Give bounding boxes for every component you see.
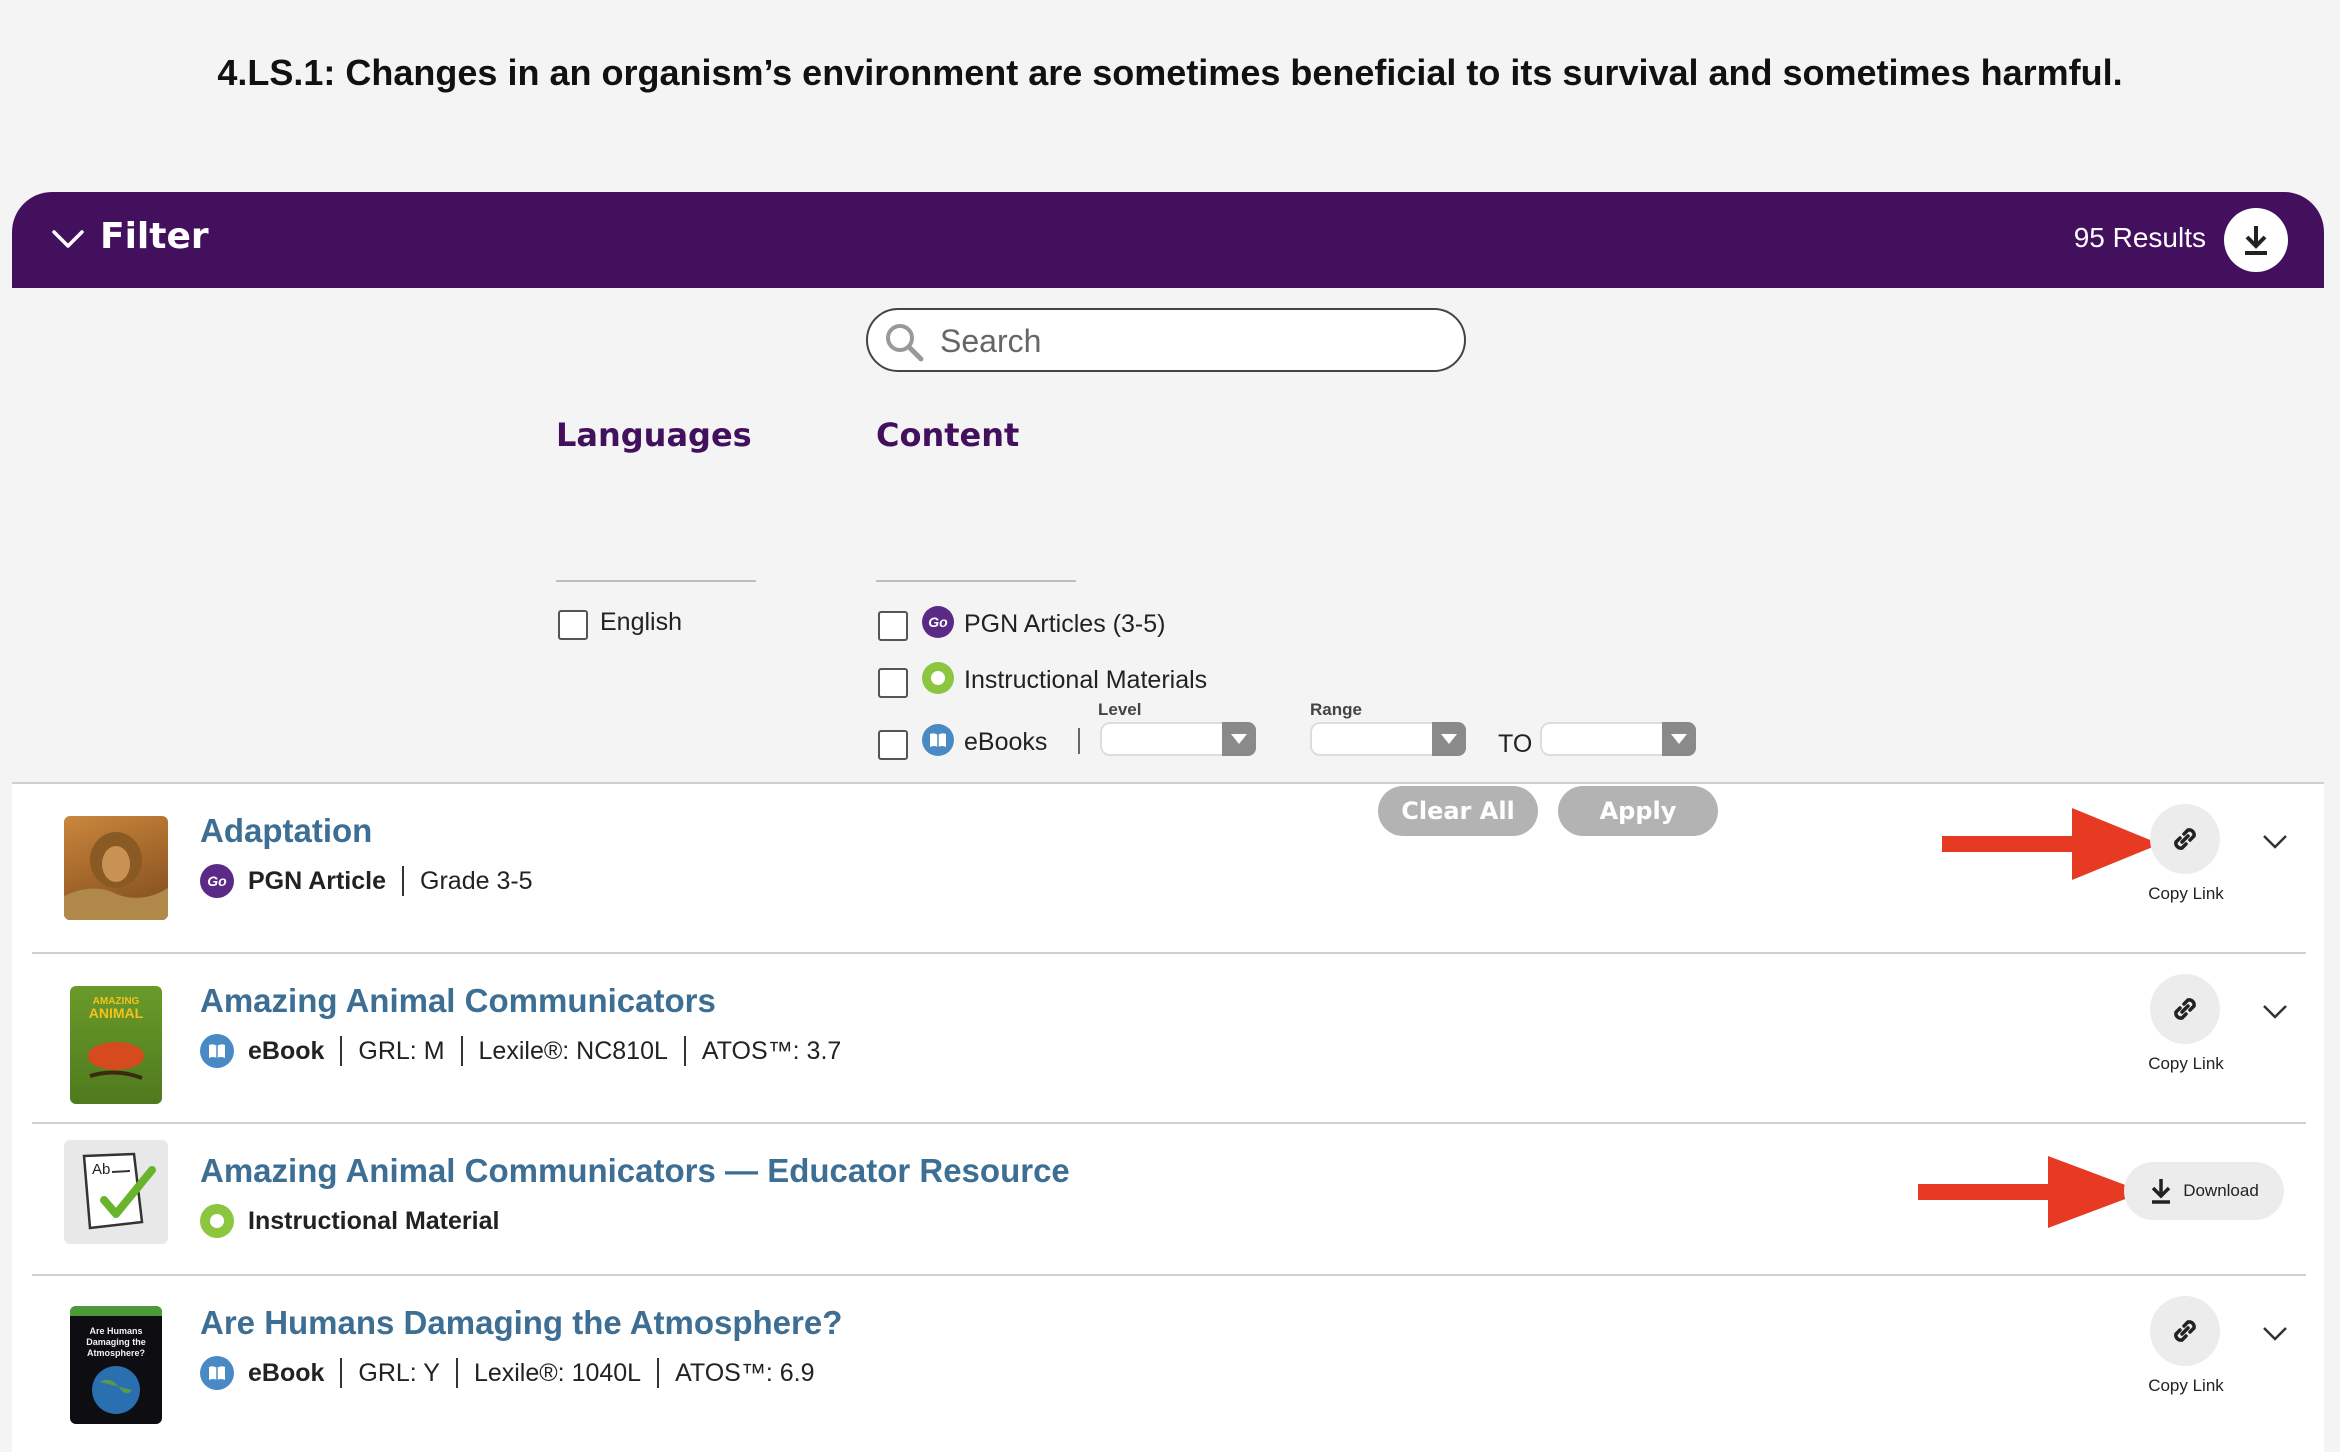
- download-icon: [2151, 1179, 2171, 1204]
- copy-link-button[interactable]: [2150, 804, 2220, 874]
- apple-icon: [922, 662, 954, 694]
- lion-photo-thumbnail: [64, 816, 168, 920]
- filter-header[interactable]: Filter 95 Results: [12, 192, 2324, 288]
- languages-heading: Languages: [556, 416, 752, 454]
- book-icon: [922, 724, 954, 756]
- range-to-label: TO: [1498, 730, 1533, 758]
- dropdown-arrow-icon: [1222, 722, 1256, 756]
- link-icon: [2174, 828, 2196, 850]
- checkbox-instructional-materials[interactable]: [878, 668, 908, 698]
- link-icon: [2174, 998, 2196, 1020]
- result-type: PGN Article: [248, 866, 387, 895]
- earth-cover-thumbnail: Are Humans Damaging the Atmosphere?: [70, 1306, 162, 1424]
- download-label: Download: [2183, 1181, 2259, 1200]
- result-meta: Instructional Material: [200, 1204, 499, 1238]
- chevron-down-icon[interactable]: [48, 222, 88, 258]
- content-divider: [876, 580, 1076, 582]
- option-pgn-articles-label: PGN Articles (3-5): [964, 610, 1166, 638]
- svg-text:ANIMAL: ANIMAL: [89, 1005, 144, 1021]
- result-type: eBook: [248, 1358, 325, 1387]
- download-button[interactable]: Download: [2124, 1162, 2284, 1220]
- search-input[interactable]: [938, 318, 1442, 364]
- result-row[interactable]: AMAZING ANIMAL Amazing Animal Communicat…: [32, 954, 2306, 1124]
- dropdown-arrow-icon: [1662, 722, 1696, 756]
- meta-separator: [460, 1036, 463, 1066]
- download-icon: [2245, 226, 2267, 255]
- result-type: Instructional Material: [248, 1206, 500, 1235]
- red-arrow-annotation: [1942, 808, 2160, 880]
- go-icon: Go: [922, 606, 954, 638]
- result-title[interactable]: Adaptation: [200, 812, 372, 850]
- option-english-label: English: [600, 608, 682, 636]
- content-heading: Content: [876, 416, 1020, 454]
- copy-link-button[interactable]: [2150, 1296, 2220, 1366]
- level-select[interactable]: [1100, 722, 1256, 756]
- apple-icon: [200, 1204, 234, 1238]
- checkbox-ebooks[interactable]: [878, 730, 908, 760]
- chevron-down-icon[interactable]: [2260, 832, 2290, 852]
- result-title[interactable]: Are Humans Damaging the Atmosphere?: [200, 1304, 842, 1342]
- meta-separator: [455, 1358, 458, 1388]
- result-grade: Grade 3-5: [420, 866, 533, 895]
- chameleon-cover-thumbnail: AMAZING ANIMAL: [70, 986, 162, 1104]
- meta-separator: [340, 1036, 343, 1066]
- checkbox-english[interactable]: [558, 610, 588, 640]
- svg-text:Atmosphere?: Atmosphere?: [87, 1348, 145, 1358]
- ebooks-separator: [1078, 728, 1080, 754]
- meta-separator: [340, 1358, 343, 1388]
- result-row[interactable]: Ab Amazing Animal Communicators — Educat…: [32, 1124, 2306, 1276]
- result-grl: GRL: Y: [358, 1358, 440, 1387]
- filter-title: Filter: [100, 216, 209, 257]
- result-title[interactable]: Amazing Animal Communicators: [200, 982, 716, 1020]
- copy-link-label: Copy Link: [2148, 1054, 2224, 1073]
- chevron-down-icon[interactable]: [2260, 1324, 2290, 1344]
- option-ebooks-label: eBooks: [964, 728, 1048, 756]
- languages-divider: [556, 580, 756, 582]
- copy-link-label: Copy Link: [2148, 884, 2224, 903]
- chevron-down-icon[interactable]: [2260, 1002, 2290, 1022]
- result-atos: ATOS™: 3.7: [701, 1036, 842, 1065]
- link-icon: [2174, 1320, 2196, 1342]
- range-to-select[interactable]: [1540, 722, 1696, 756]
- filter-body: Languages English Content Go PGN Article…: [12, 288, 2324, 836]
- standard-heading: 4.LS.1: Changes in an organism’s environ…: [217, 52, 2123, 93]
- result-meta: eBook GRL: M Lexile®: NC810L ATOS™: 3.7: [200, 1034, 841, 1068]
- book-icon: [200, 1034, 234, 1068]
- meta-separator: [402, 866, 405, 896]
- filter-panel: Filter 95 Results Languages English Cont…: [12, 192, 2324, 1452]
- range-from-select[interactable]: [1310, 722, 1466, 756]
- worksheet-icon-thumbnail: Ab: [64, 1140, 168, 1244]
- result-row[interactable]: Are Humans Damaging the Atmosphere? Are …: [32, 1276, 2306, 1446]
- level-label: Level: [1098, 700, 1142, 719]
- result-lexile: Lexile®: NC810L: [478, 1036, 668, 1065]
- meta-separator: [683, 1036, 686, 1066]
- copy-link-label: Copy Link: [2148, 1376, 2224, 1395]
- dropdown-arrow-icon: [1432, 722, 1466, 756]
- red-arrow-annotation: [1918, 1156, 2144, 1228]
- result-type: eBook: [248, 1036, 325, 1065]
- search-field[interactable]: [866, 308, 1466, 372]
- download-results-button[interactable]: [2224, 208, 2288, 272]
- range-label: Range: [1310, 700, 1362, 719]
- search-icon: [886, 324, 924, 362]
- result-grl: GRL: M: [358, 1036, 445, 1065]
- svg-text:Damaging the: Damaging the: [86, 1337, 146, 1347]
- option-instructional-materials-label: Instructional Materials: [964, 666, 1208, 694]
- result-atos: ATOS™: 6.9: [675, 1358, 815, 1387]
- result-meta: Go PGN Article Grade 3-5: [200, 864, 533, 898]
- go-icon: Go: [200, 864, 234, 898]
- results-count: 95 Results: [2073, 222, 2206, 253]
- result-title[interactable]: Amazing Animal Communicators — Educator …: [200, 1152, 1070, 1190]
- meta-separator: [657, 1358, 660, 1388]
- book-icon: [200, 1356, 234, 1390]
- result-lexile: Lexile®: 1040L: [473, 1358, 642, 1387]
- checkbox-pgn-articles[interactable]: [878, 611, 908, 641]
- svg-text:Ab: Ab: [92, 1161, 110, 1178]
- result-row[interactable]: Adaptation Go PGN Article Grade 3-5 Copy…: [32, 784, 2306, 954]
- svg-text:Are Humans: Are Humans: [89, 1326, 142, 1336]
- result-meta: eBook GRL: Y Lexile®: 1040L ATOS™: 6.9: [200, 1356, 815, 1390]
- copy-link-button[interactable]: [2150, 974, 2220, 1044]
